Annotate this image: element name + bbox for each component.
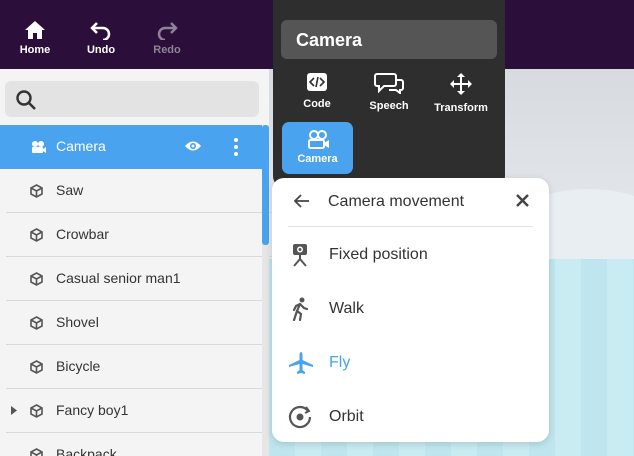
option-orbit[interactable]: Orbit (272, 390, 549, 444)
option-walk[interactable]: Walk (272, 282, 549, 336)
more-options-icon[interactable] (233, 137, 239, 157)
transform-label: Transform (434, 102, 488, 114)
home-label: Home (19, 44, 51, 56)
home-button[interactable]: Home (9, 20, 61, 56)
home-icon (25, 21, 45, 39)
camera-settings-button[interactable]: Camera (282, 122, 353, 174)
list-item-shovel[interactable]: Shovel (6, 301, 278, 345)
list-item-label: Bicycle (56, 358, 101, 374)
option-label: Orbit (329, 408, 364, 425)
cube-icon (30, 184, 43, 198)
move-icon (450, 73, 472, 95)
list-item-crowbar[interactable]: Crowbar (6, 213, 278, 257)
search-input[interactable] (5, 81, 259, 117)
code-icon (307, 73, 327, 91)
expand-arrow-icon[interactable] (11, 406, 17, 415)
code-label: Code (303, 98, 331, 110)
list-item-label: Casual senior man1 (56, 270, 181, 286)
list-item-label: Crowbar (56, 226, 109, 242)
transform-button[interactable]: Transform (426, 72, 496, 114)
cube-icon (30, 360, 43, 374)
option-label: Fixed position (329, 246, 428, 263)
cube-icon (30, 316, 43, 330)
scene-objects-panel: Camera Saw Crowbar Casual senior man1 Sh… (0, 69, 278, 456)
list-item-label: Fancy boy1 (56, 402, 129, 418)
undo-icon (90, 22, 111, 40)
tripod-camera-icon (293, 244, 307, 267)
cube-icon (30, 228, 43, 242)
camera-label: Camera (297, 153, 338, 165)
list-item-bicycle[interactable]: Bicycle (6, 345, 278, 389)
list-item-fancy-boy1[interactable]: Fancy boy1 (6, 389, 278, 433)
speech-icon (374, 73, 404, 94)
option-label: Walk (329, 300, 364, 317)
list-item-label: Camera (56, 138, 106, 154)
close-icon[interactable] (516, 194, 529, 207)
scene-object-list: Camera Saw Crowbar Casual senior man1 Sh… (0, 125, 278, 456)
list-item-saw[interactable]: Saw (6, 169, 278, 213)
menu-divider (288, 226, 533, 227)
undo-label: Undo (86, 44, 116, 56)
orbit-icon (288, 405, 312, 429)
cube-icon (30, 448, 43, 456)
list-item-backpack[interactable]: Backpack (6, 433, 278, 456)
camera-movement-menu: Camera movement Fixed position Walk Fly … (272, 178, 549, 442)
option-label: Fly (329, 354, 351, 371)
back-arrow-icon[interactable] (294, 194, 310, 208)
eye-icon[interactable] (184, 139, 202, 153)
speech-label: Speech (369, 100, 409, 112)
list-scrollbar[interactable] (262, 125, 269, 456)
camera-icon (32, 141, 46, 153)
code-button[interactable]: Code (282, 72, 352, 110)
airplane-icon (289, 352, 313, 374)
option-fly[interactable]: Fly (272, 336, 549, 390)
cube-icon (30, 272, 43, 286)
list-item-casual-senior-man1[interactable]: Casual senior man1 (6, 257, 278, 301)
camera-icon (307, 130, 329, 149)
menu-title: Camera movement (328, 193, 465, 210)
redo-icon (157, 22, 178, 40)
undo-button[interactable]: Undo (75, 20, 127, 56)
list-item-label: Saw (56, 182, 84, 198)
list-item-camera[interactable]: Camera (0, 125, 262, 169)
properties-panel: Camera Code Speech Transform Camera (273, 0, 505, 188)
object-name-field[interactable]: Camera (281, 20, 497, 59)
redo-label: Redo (153, 44, 181, 56)
option-fixed-position[interactable]: Fixed position (272, 228, 549, 282)
list-item-label: Backpack (56, 446, 117, 456)
scrollbar-thumb[interactable] (262, 125, 269, 245)
list-item-label: Shovel (56, 314, 99, 330)
redo-button[interactable]: Redo (141, 20, 193, 56)
search-icon (16, 90, 36, 110)
walk-icon (292, 297, 309, 321)
cube-icon (30, 404, 43, 418)
speech-button[interactable]: Speech (354, 72, 424, 112)
